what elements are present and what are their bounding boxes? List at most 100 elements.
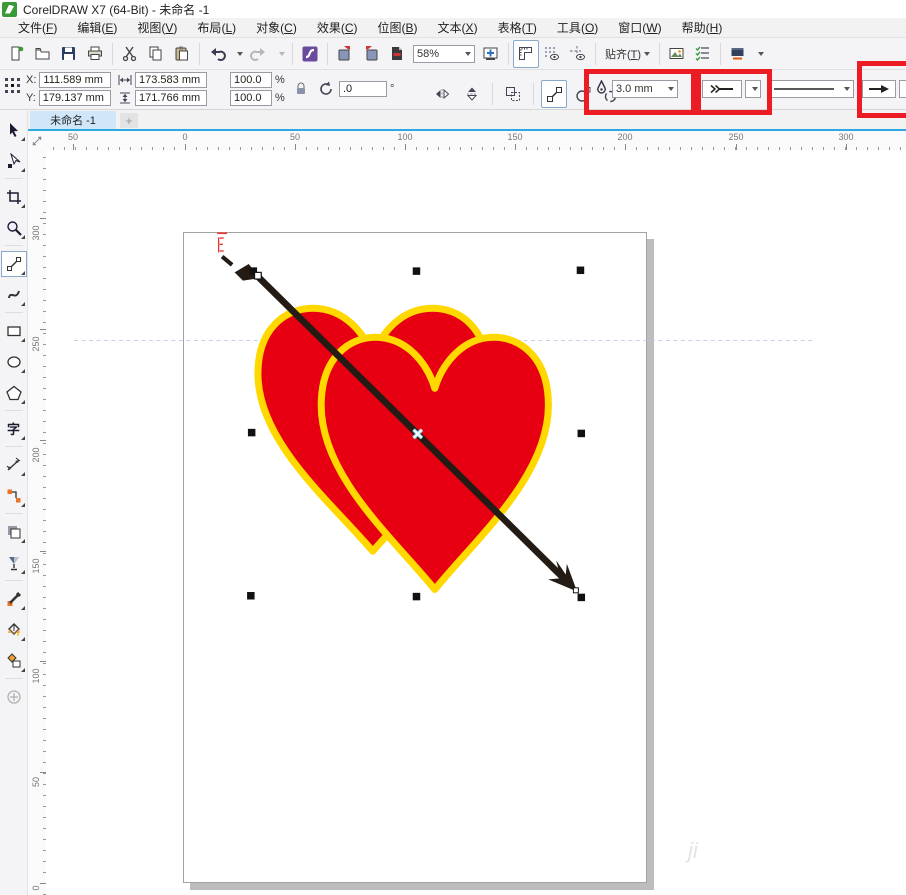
connector-tool[interactable] — [1, 483, 27, 509]
handle-bottom-left[interactable] — [247, 592, 254, 599]
pick-tool[interactable] — [1, 117, 27, 143]
wine-glass-icon — [6, 555, 22, 571]
edit-fill-tool[interactable] — [1, 684, 27, 710]
open-folder-icon — [34, 45, 52, 63]
object-width-field[interactable]: 173.583 mm — [135, 72, 207, 88]
menu-item[interactable]: 效果(C) — [307, 19, 368, 36]
menu-item[interactable]: 视图(V) — [127, 19, 187, 36]
separator — [492, 83, 493, 105]
drawing-canvas[interactable]: ji — [46, 150, 906, 895]
line-end-node[interactable] — [573, 588, 578, 593]
print-icon — [86, 45, 104, 63]
percent-label: % — [275, 92, 285, 104]
two-point-line-mode-button[interactable] — [541, 80, 567, 108]
artistic-media-tool[interactable] — [1, 282, 27, 308]
show-rulers-toggle[interactable] — [513, 40, 539, 68]
chevron-down-icon — [644, 52, 650, 56]
print-button[interactable] — [82, 40, 108, 68]
freehand-tool[interactable] — [1, 251, 27, 277]
menu-item[interactable]: 文件(F) — [8, 19, 67, 36]
transparency-tool[interactable] — [1, 550, 27, 576]
parallel-dimension-tool[interactable] — [1, 452, 27, 478]
show-guidelines-toggle[interactable] — [565, 40, 591, 68]
crop-tool[interactable] — [1, 184, 27, 210]
ellipse-tool[interactable] — [1, 349, 27, 375]
new-document-button[interactable] — [4, 40, 30, 68]
document-tab[interactable]: 未命名 -1 — [30, 111, 116, 129]
zoom-tool[interactable] — [1, 215, 27, 241]
smart-fill-icon — [6, 653, 22, 669]
undo-button[interactable] — [204, 40, 230, 68]
horizontal-ruler[interactable]: 50050100150200250300 — [46, 131, 906, 151]
redo-dropdown[interactable] — [272, 40, 288, 68]
copy-icon — [147, 45, 165, 63]
search-content-button[interactable] — [297, 40, 323, 68]
vertical-ruler[interactable]: 300250200150100500 — [28, 150, 47, 895]
ruler-label: 50 — [68, 132, 78, 142]
open-button[interactable] — [30, 40, 56, 68]
handle-bottom-mid[interactable] — [413, 593, 420, 600]
scale-v-field[interactable]: 100.0 — [230, 90, 272, 106]
scissors-icon — [121, 45, 139, 63]
handle-mid-left[interactable] — [248, 429, 255, 436]
interactive-fill-tool[interactable] — [1, 617, 27, 643]
import-button[interactable] — [332, 40, 358, 68]
drop-shadow-tool[interactable] — [1, 519, 27, 545]
object-height-field[interactable]: 171.766 mm — [135, 90, 207, 106]
snap-to-dropdown[interactable]: 贴齐(T) — [600, 40, 655, 68]
menu-item[interactable]: 布局(L) — [187, 19, 246, 36]
cut-button[interactable] — [117, 40, 143, 68]
application-launcher-button[interactable] — [725, 40, 751, 68]
x-position-field[interactable]: 111.589 mm — [39, 72, 111, 88]
lock-ratio-button[interactable] — [295, 82, 307, 96]
save-button[interactable] — [56, 40, 82, 68]
x-label: X: — [26, 74, 36, 86]
ruler-origin-corner[interactable] — [28, 131, 46, 150]
rectangle-tool[interactable] — [1, 318, 27, 344]
smart-fill-tool[interactable] — [1, 648, 27, 674]
separator — [112, 43, 113, 65]
shape-tool[interactable] — [1, 148, 27, 174]
show-grid-toggle[interactable] — [539, 40, 565, 68]
copy-button[interactable] — [143, 40, 169, 68]
menu-item[interactable]: 编辑(E) — [67, 19, 127, 36]
menu-item[interactable]: 帮助(H) — [672, 19, 733, 36]
redo-button[interactable] — [246, 40, 272, 68]
menu-item[interactable]: 表格(T) — [488, 19, 547, 36]
polygon-tool[interactable] — [1, 380, 27, 406]
scale-h-field[interactable]: 100.0 — [230, 72, 272, 88]
handle-bottom-right[interactable] — [578, 594, 585, 601]
line-style-combo[interactable] — [768, 80, 854, 98]
handle-top-mid[interactable] — [413, 267, 420, 274]
new-tab-button[interactable]: + — [120, 113, 138, 128]
menu-item[interactable]: 位图(B) — [368, 19, 428, 36]
menu-item[interactable]: 窗口(W) — [608, 19, 671, 36]
zoom-level-combo[interactable]: 58% — [413, 45, 475, 63]
menu-item[interactable]: 对象(C) — [246, 19, 307, 36]
standard-toolbar: 58% 贴齐(T) — [0, 38, 906, 70]
zoom-level-value: 58% — [417, 48, 462, 60]
y-position-field[interactable]: 179.137 mm — [39, 90, 111, 106]
paste-button[interactable] — [169, 40, 195, 68]
handle-mid-right[interactable] — [578, 430, 585, 437]
save-icon — [60, 45, 78, 63]
publish-pdf-button[interactable] — [384, 40, 410, 68]
text-tool[interactable]: 字 — [1, 416, 27, 442]
menu-item[interactable]: 文本(X) — [428, 19, 488, 36]
mirror-vertical-button[interactable] — [459, 80, 485, 108]
line-start-node[interactable] — [255, 272, 262, 279]
full-screen-preview-button[interactable] — [478, 40, 504, 68]
ruler-label: 300 — [838, 132, 853, 142]
color-eyedropper-tool[interactable] — [1, 586, 27, 612]
export-button[interactable] — [358, 40, 384, 68]
menu-item[interactable]: 工具(O) — [547, 19, 608, 36]
object-properties-button[interactable] — [500, 80, 526, 108]
options-checklist-button[interactable] — [690, 40, 716, 68]
toolbox: 字 — [0, 110, 28, 895]
undo-dropdown[interactable] — [230, 40, 246, 68]
rotation-field[interactable]: .0 — [339, 81, 387, 97]
mirror-horizontal-button[interactable] — [430, 80, 456, 108]
image-adjust-button[interactable] — [664, 40, 690, 68]
launcher-dropdown[interactable] — [751, 40, 767, 68]
handle-top-right[interactable] — [577, 267, 584, 274]
